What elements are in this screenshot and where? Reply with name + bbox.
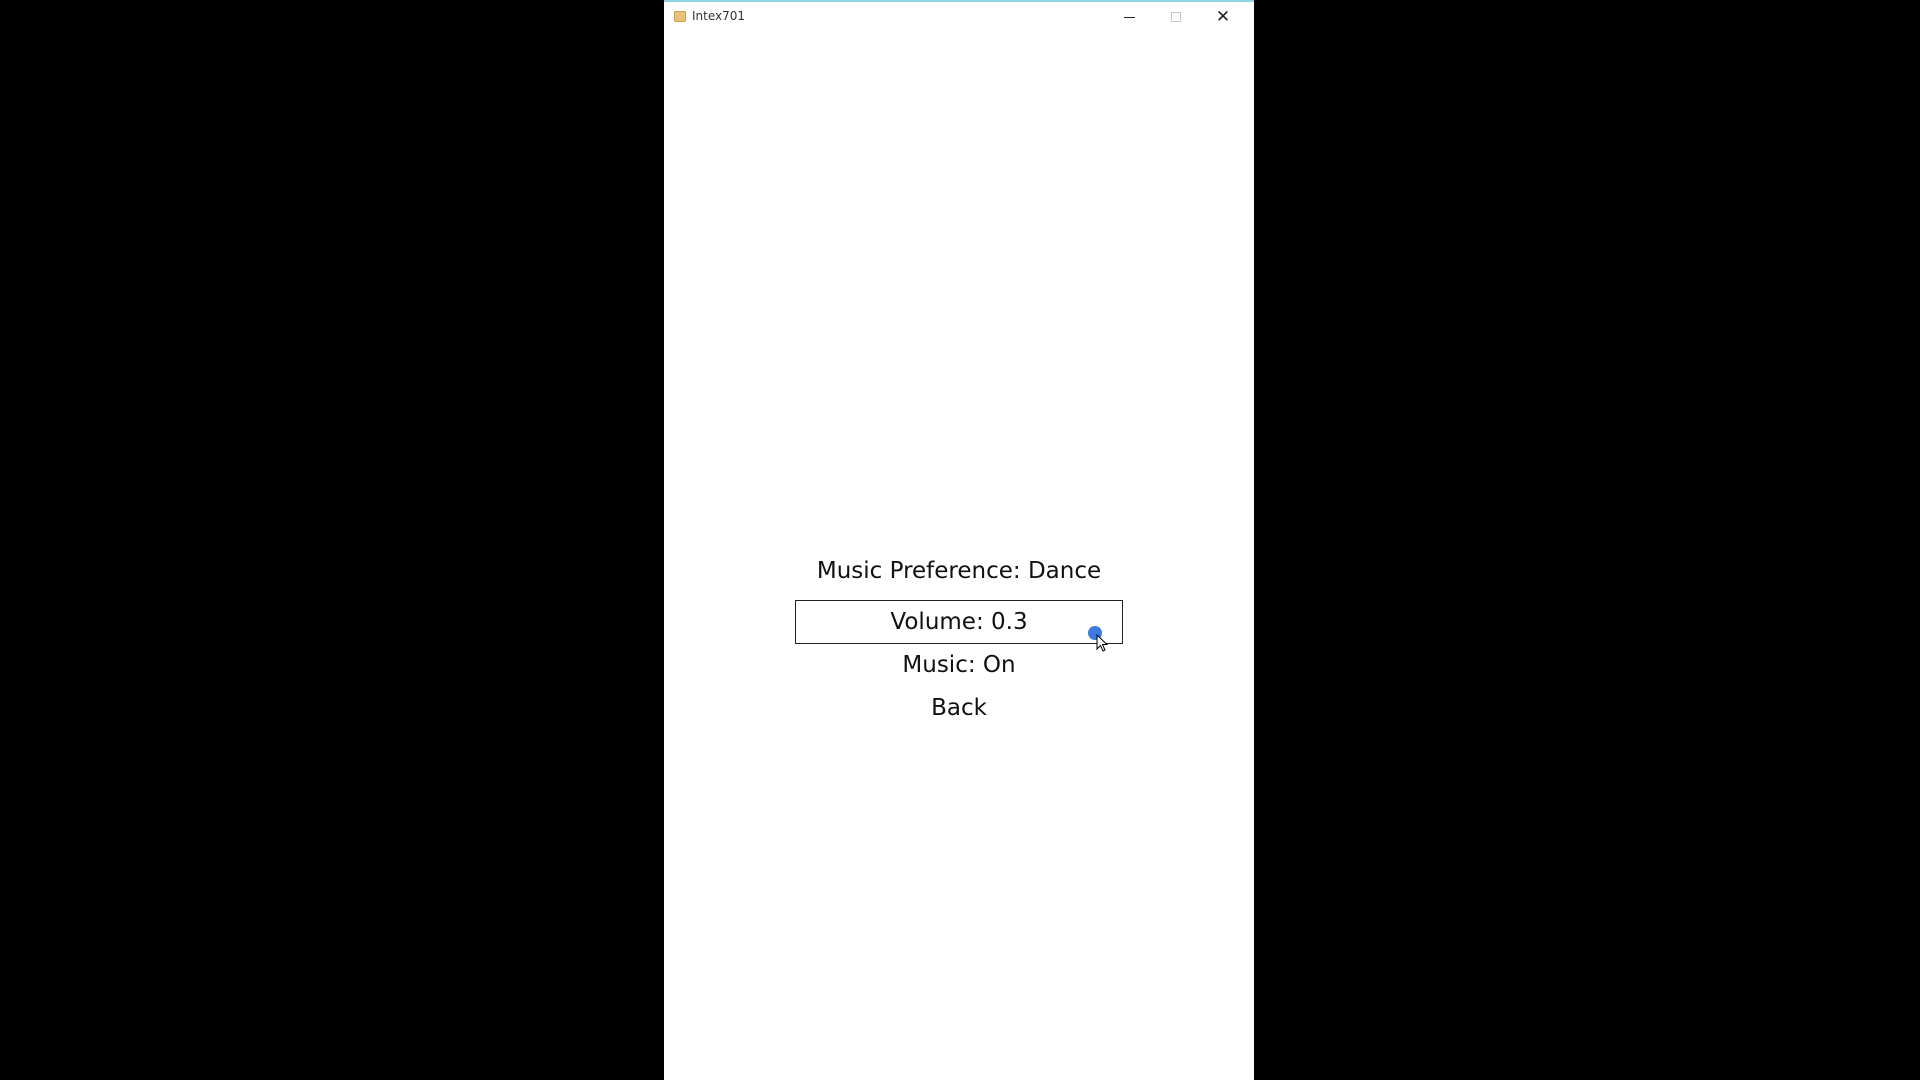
app-icon: [674, 11, 686, 22]
window-title: Intex701: [692, 9, 746, 23]
close-button[interactable]: ✕: [1200, 2, 1246, 32]
volume-option[interactable]: Volume: 0.3: [795, 600, 1123, 644]
maximize-button[interactable]: [1153, 2, 1199, 32]
close-icon: ✕: [1215, 7, 1231, 27]
mouse-pointer-icon: [1096, 634, 1109, 652]
volume-label: Volume: 0.3: [890, 609, 1028, 635]
title-bar[interactable]: Intex701 ✕: [664, 2, 1254, 32]
app-window: Intex701 ✕ Music Preference: Dance Volum…: [664, 0, 1254, 1080]
minimize-icon: [1123, 16, 1135, 18]
back-button[interactable]: Back: [931, 695, 987, 721]
music-toggle-option[interactable]: Music: On: [902, 652, 1015, 678]
minimize-button[interactable]: [1106, 2, 1152, 32]
maximize-icon: [1171, 12, 1181, 22]
music-preference-option[interactable]: Music Preference: Dance: [817, 558, 1101, 584]
